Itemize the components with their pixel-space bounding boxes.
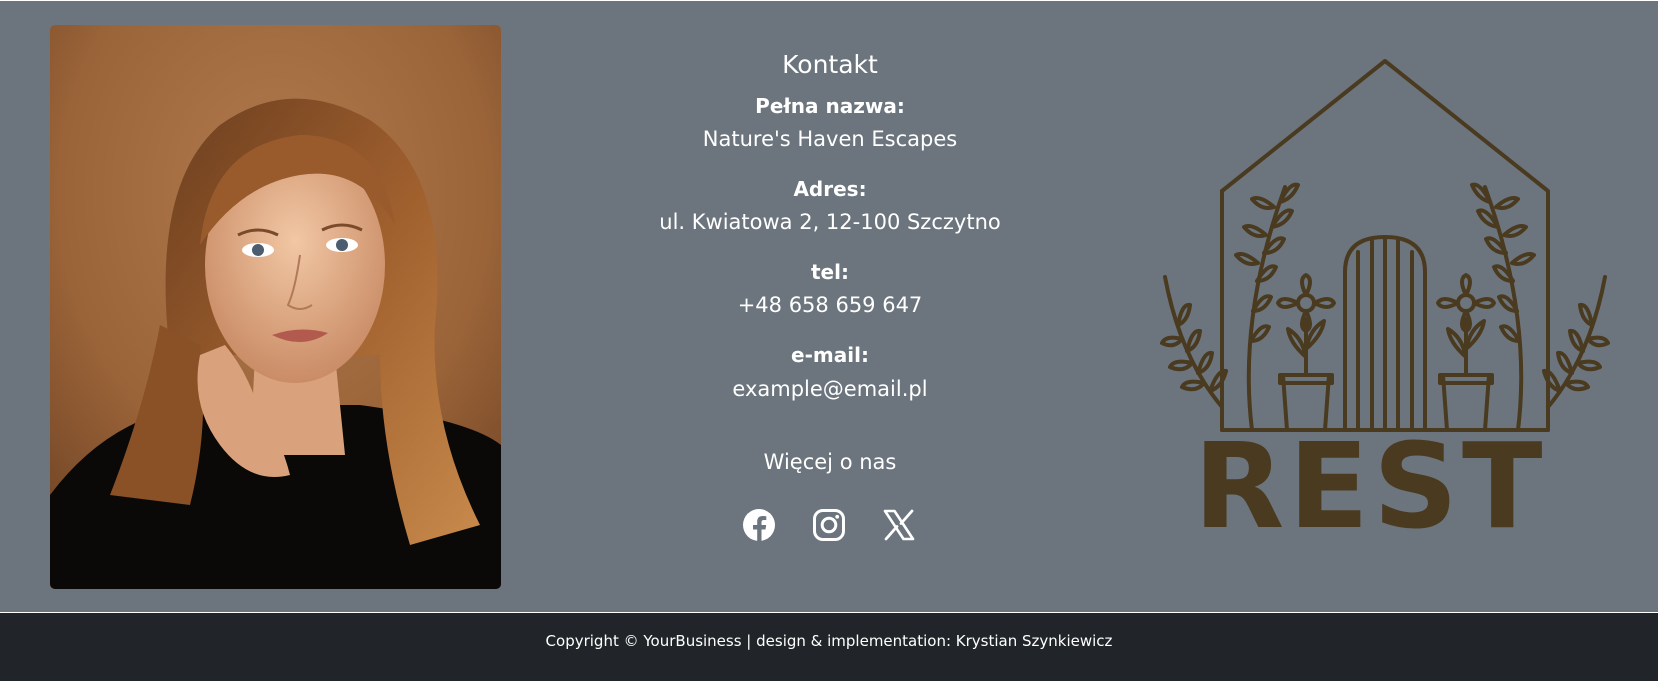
name-value: Nature's Haven Escapes — [702, 127, 958, 151]
rest-logo: REST — [1160, 57, 1610, 567]
contact-title: Kontakt — [782, 50, 878, 79]
phone-label: tel: — [811, 260, 849, 284]
portrait-photo — [50, 25, 501, 589]
email-value[interactable]: example@email.pl — [530, 375, 1130, 403]
email-label: e-mail: — [791, 343, 869, 367]
more-about-us-link[interactable]: Więcej o nas — [530, 448, 1130, 476]
instagram-icon[interactable] — [812, 508, 846, 542]
rest-logo-text: REST — [1194, 417, 1547, 555]
address-label: Adres: — [793, 177, 867, 201]
phone-value: +48 658 659 647 — [737, 293, 923, 317]
footer: Copyright © YourBusiness | design & impl… — [0, 613, 1658, 681]
contact-section: Kontakt Pełna nazwa: Nature's Haven Esca… — [0, 1, 1658, 612]
contact-info: Kontakt Pełna nazwa: Nature's Haven Esca… — [530, 1, 1130, 612]
x-twitter-icon[interactable] — [882, 508, 916, 542]
address-value: ul. Kwiatowa 2, 12-100 Szczytno — [659, 210, 1001, 234]
facebook-icon[interactable] — [742, 508, 776, 542]
copyright-text: Copyright © YourBusiness | design & impl… — [545, 632, 1113, 650]
name-label: Pełna nazwa: — [755, 94, 905, 118]
